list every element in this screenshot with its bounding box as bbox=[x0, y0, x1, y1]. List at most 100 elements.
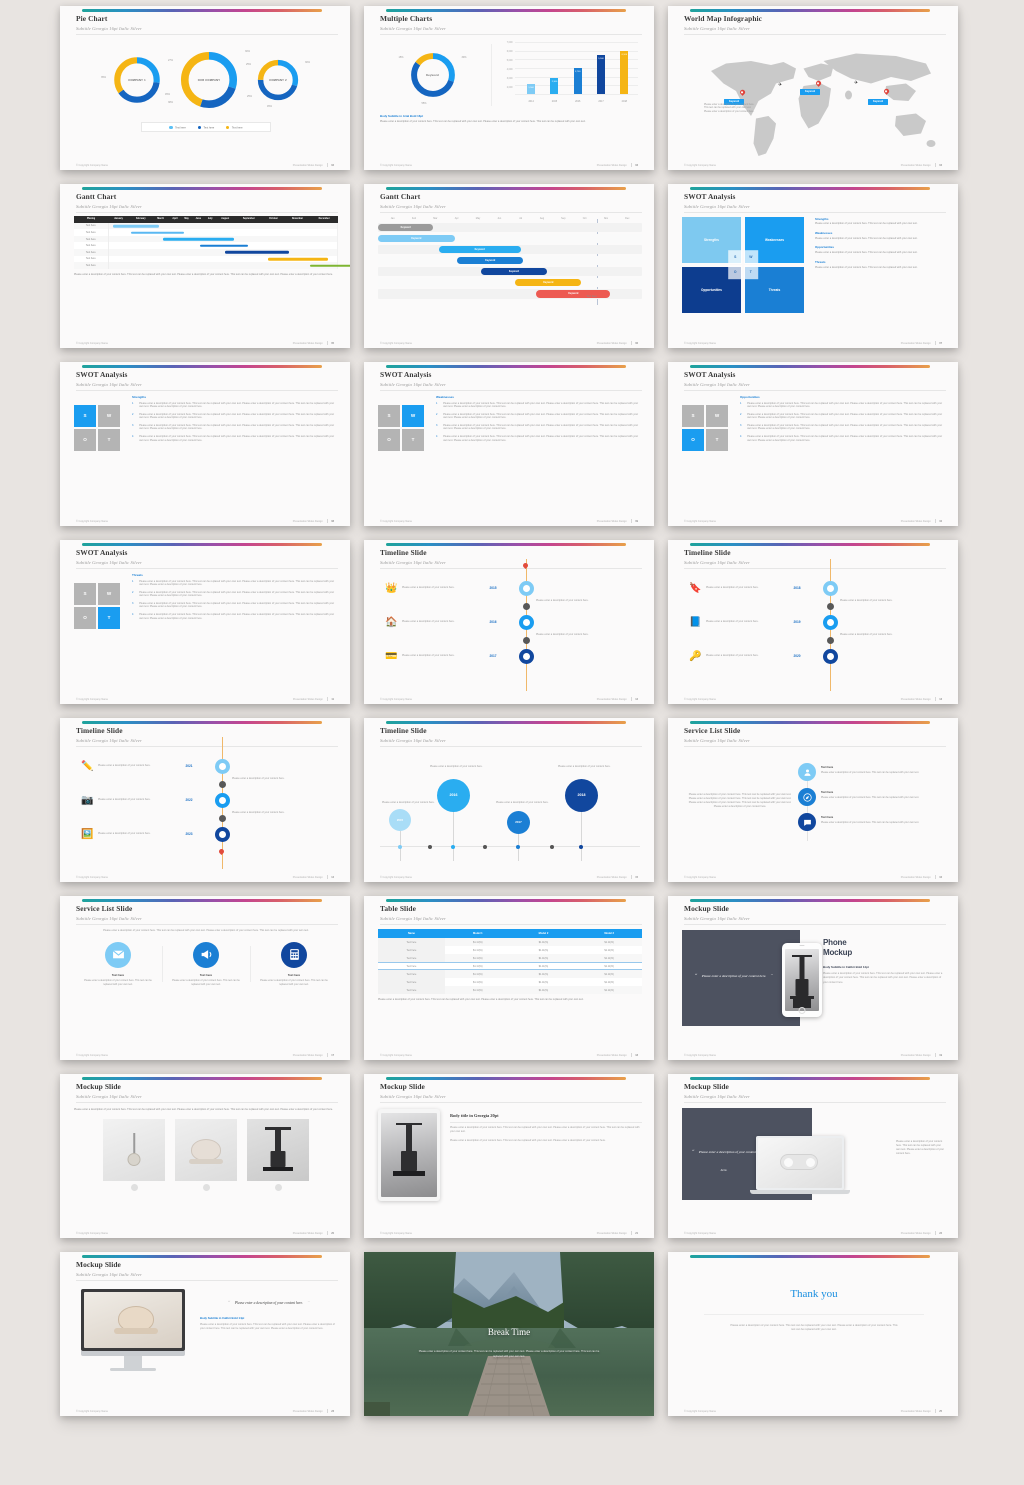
swot-cell-s[interactable]: S bbox=[682, 404, 704, 427]
gantt-row: Keyword bbox=[378, 277, 642, 288]
mockup-quote: Please enter a description of your conte… bbox=[698, 1149, 756, 1172]
swot-cell-w[interactable]: W bbox=[98, 582, 120, 605]
timeline-bubble[interactable]: 2015 bbox=[389, 808, 411, 831]
gantt-bar[interactable]: Keyword bbox=[378, 223, 434, 231]
swot-cell-w[interactable]: W bbox=[402, 404, 424, 427]
slide-service-list-vertical[interactable]: Service List Slide Subtitle Georgia 16pt… bbox=[668, 718, 958, 882]
swot-cell-s[interactable]: S bbox=[74, 404, 96, 427]
swot-cell-t[interactable]: T bbox=[98, 606, 120, 629]
slide-gantt-table[interactable]: Gantt Chart Subtitle Georgia 16pt Italic… bbox=[60, 184, 350, 348]
service-item[interactable]: Text here Please enter a description of y… bbox=[798, 763, 946, 781]
timeline-marker[interactable] bbox=[215, 826, 230, 842]
slide-timeline-2015[interactable]: Timeline Slide Subtitle Georgia 16pt Ita… bbox=[364, 540, 654, 704]
page-number: 22 bbox=[939, 1231, 942, 1235]
timeline-marker[interactable] bbox=[519, 648, 534, 664]
gantt-bar[interactable]: Keyword bbox=[480, 267, 547, 276]
timeline-entry[interactable]: 💳 Please enter a description of your con… bbox=[384, 649, 564, 664]
mockup-side-text: Please enter a description of your conte… bbox=[896, 1139, 944, 1155]
timeline-marker[interactable] bbox=[215, 792, 230, 808]
page-number: 03 bbox=[635, 163, 638, 167]
slide-service-list-columns[interactable]: Service List Slide Subtitle Georgia 16pt… bbox=[60, 896, 350, 1060]
slide-table[interactable]: Table Slide Subtitle Georgia 16pt Italic… bbox=[364, 896, 654, 1060]
timeline-bubble[interactable]: 2017 bbox=[507, 810, 530, 834]
slide-swot-threats[interactable]: SWOT Analysis Subtitle Georgia 16pt Ital… bbox=[60, 540, 350, 704]
slide-mockup-three-images[interactable]: Mockup Slide Subtitle Georgia 16pt Itali… bbox=[60, 1074, 350, 1238]
swot-cell-s[interactable]: S bbox=[74, 582, 96, 605]
service-column[interactable]: Text here Please enter a description of … bbox=[250, 941, 338, 987]
table-row[interactable]: Text here $1.11(%) $1.11(%) $1.11(%) bbox=[378, 986, 642, 995]
slide-timeline-horizontal[interactable]: Timeline Slide Subtitle Georgia 16pt Ita… bbox=[364, 718, 654, 882]
swot-cell-o[interactable]: O bbox=[378, 428, 400, 451]
section-heading: Opportunities bbox=[815, 245, 834, 250]
slide-pie-chart[interactable]: Pie Chart Subtitle Georgia 16pt Italic S… bbox=[60, 6, 350, 170]
swot-cell-o[interactable]: O bbox=[74, 428, 96, 451]
slide-swot-weaknesses[interactable]: SWOT Analysis Subtitle Georgia 16pt Ital… bbox=[364, 362, 654, 526]
timeline-entry[interactable]: 🖼️ Please enter a description of your co… bbox=[80, 827, 260, 842]
timeline-entry[interactable]: 🔑 Please enter a description of your con… bbox=[688, 649, 868, 664]
swot-cell-s[interactable]: S bbox=[378, 404, 400, 427]
slide-mockup-tablet[interactable]: Mockup Slide Subtitle Georgia 16pt Itali… bbox=[364, 1074, 654, 1238]
swot-cell-o[interactable]: O bbox=[682, 428, 704, 451]
slide-timeline-2018[interactable]: Timeline Slide Subtitle Georgia 16pt Ita… bbox=[668, 540, 958, 704]
envelope-icon bbox=[105, 941, 131, 968]
swot-cell-w[interactable]: W bbox=[98, 404, 120, 427]
timeline-entry[interactable]: 👑 Please enter a description of your con… bbox=[384, 581, 564, 596]
footer-label: Presentation Slides Design bbox=[900, 341, 931, 345]
slide-mockup-phone[interactable]: Mockup Slide Subtitle Georgia 16pt Itali… bbox=[668, 896, 958, 1060]
swot-cell-t[interactable]: T bbox=[402, 428, 424, 451]
timeline-entry[interactable]: 📷 Please enter a description of your con… bbox=[80, 793, 260, 808]
table-row[interactable]: Text here $1.11(%) $1.11(%) $1.11(%) bbox=[378, 978, 642, 987]
table-row[interactable]: Text here $1.11(%) $1.11(%) $1.11(%) bbox=[378, 954, 642, 963]
slide-thank-you[interactable]: Thank you Please enter a description of … bbox=[668, 1252, 958, 1416]
slide-swot-quadrant[interactable]: SWOT Analysis Subtitle Georgia 16pt Ital… bbox=[668, 184, 958, 348]
slide-mockup-laptop[interactable]: Mockup Slide Subtitle Georgia 16pt Itali… bbox=[668, 1074, 958, 1238]
x-tick: 2014 bbox=[528, 100, 534, 103]
timeline-marker[interactable] bbox=[823, 648, 838, 664]
column-text: Please enter a description of your conte… bbox=[84, 978, 152, 986]
slide-gantt-bars[interactable]: Gantt Chart Subtitle Georgia 16pt Italic… bbox=[364, 184, 654, 348]
table-row[interactable]: Text here $1.11(%) $1.11(%) $1.11(%) bbox=[378, 970, 642, 979]
donut-center-label: COMPANY 1 bbox=[128, 78, 146, 82]
timeline-marker[interactable] bbox=[823, 580, 838, 596]
gantt-bar[interactable]: Keyword bbox=[515, 278, 582, 287]
timeline-entry[interactable]: 🔖 Please enter a description of your con… bbox=[688, 581, 868, 596]
swot-item-list: Weaknesses 1 Please enter a description o… bbox=[424, 395, 642, 451]
slide-break-time[interactable]: Break Time Please enter a description of… bbox=[364, 1252, 654, 1416]
table-row-highlighted[interactable]: Text here $1.11(%) $1.11(%) $1.11(%) bbox=[378, 962, 642, 971]
table-row: Text here bbox=[74, 255, 338, 263]
gantt-bar[interactable]: Keyword bbox=[536, 290, 611, 298]
slide-swot-strengths[interactable]: SWOT Analysis Subtitle Georgia 16pt Ital… bbox=[60, 362, 350, 526]
gantt-bar[interactable]: Keyword bbox=[457, 256, 524, 265]
service-column[interactable]: Text here Please enter a description of … bbox=[74, 941, 162, 987]
map-marker-label[interactable]: Keyword bbox=[800, 88, 821, 95]
swot-cell-t[interactable]: T bbox=[706, 428, 728, 451]
item-text: Please enter a description of your conte… bbox=[821, 820, 920, 824]
slide-mockup-imac[interactable]: Mockup Slide Subtitle Georgia 16pt Itali… bbox=[60, 1252, 350, 1416]
swot-cell-o[interactable]: O bbox=[74, 606, 96, 629]
gantt-bar[interactable]: Keyword bbox=[438, 245, 521, 254]
timeline-marker[interactable] bbox=[519, 614, 534, 630]
timeline-entry[interactable]: ✏️ Please enter a description of your co… bbox=[80, 759, 260, 774]
timeline-bubble[interactable]: 2016 bbox=[437, 778, 470, 812]
timeline-bubble[interactable]: 2018 bbox=[565, 778, 598, 812]
page-number: 04 bbox=[939, 163, 942, 167]
slide-timeline-2021[interactable]: Timeline Slide Subtitle Georgia 16pt Ita… bbox=[60, 718, 350, 882]
service-item[interactable]: Text here Please enter a description of y… bbox=[798, 788, 946, 806]
break-title: Break Time bbox=[487, 1327, 531, 1338]
slide-swot-opportunities[interactable]: SWOT Analysis Subtitle Georgia 16pt Ital… bbox=[668, 362, 958, 526]
map-marker-label[interactable]: Keyword bbox=[868, 98, 889, 105]
table-row[interactable]: Text here $1.11(%) $1.11(%) $1.11(%) bbox=[378, 946, 642, 955]
timeline-entry[interactable]: 🏠 Please enter a description of your con… bbox=[384, 615, 564, 630]
slide-world-map[interactable]: World Map Infographic Subtitle Georgia 1… bbox=[668, 6, 958, 170]
timeline-marker[interactable] bbox=[215, 758, 230, 774]
gantt-bar[interactable]: Keyword bbox=[378, 234, 455, 243]
service-column[interactable]: Text here Please enter a description of … bbox=[162, 941, 250, 987]
timeline-marker[interactable] bbox=[519, 580, 534, 596]
swot-cell-w[interactable]: W bbox=[706, 404, 728, 427]
service-item[interactable]: Text here Please enter a description of y… bbox=[798, 813, 946, 831]
timeline-marker[interactable] bbox=[823, 614, 838, 630]
swot-cell-t[interactable]: T bbox=[98, 428, 120, 451]
table-row[interactable]: Text here $1.11(%) $1.11(%) $1.11(%) bbox=[378, 938, 642, 947]
timeline-entry[interactable]: 📘 Please enter a description of your con… bbox=[688, 615, 868, 630]
slide-multiple-charts[interactable]: Multiple Charts Subtitle Georgia 16pt It… bbox=[364, 6, 654, 170]
